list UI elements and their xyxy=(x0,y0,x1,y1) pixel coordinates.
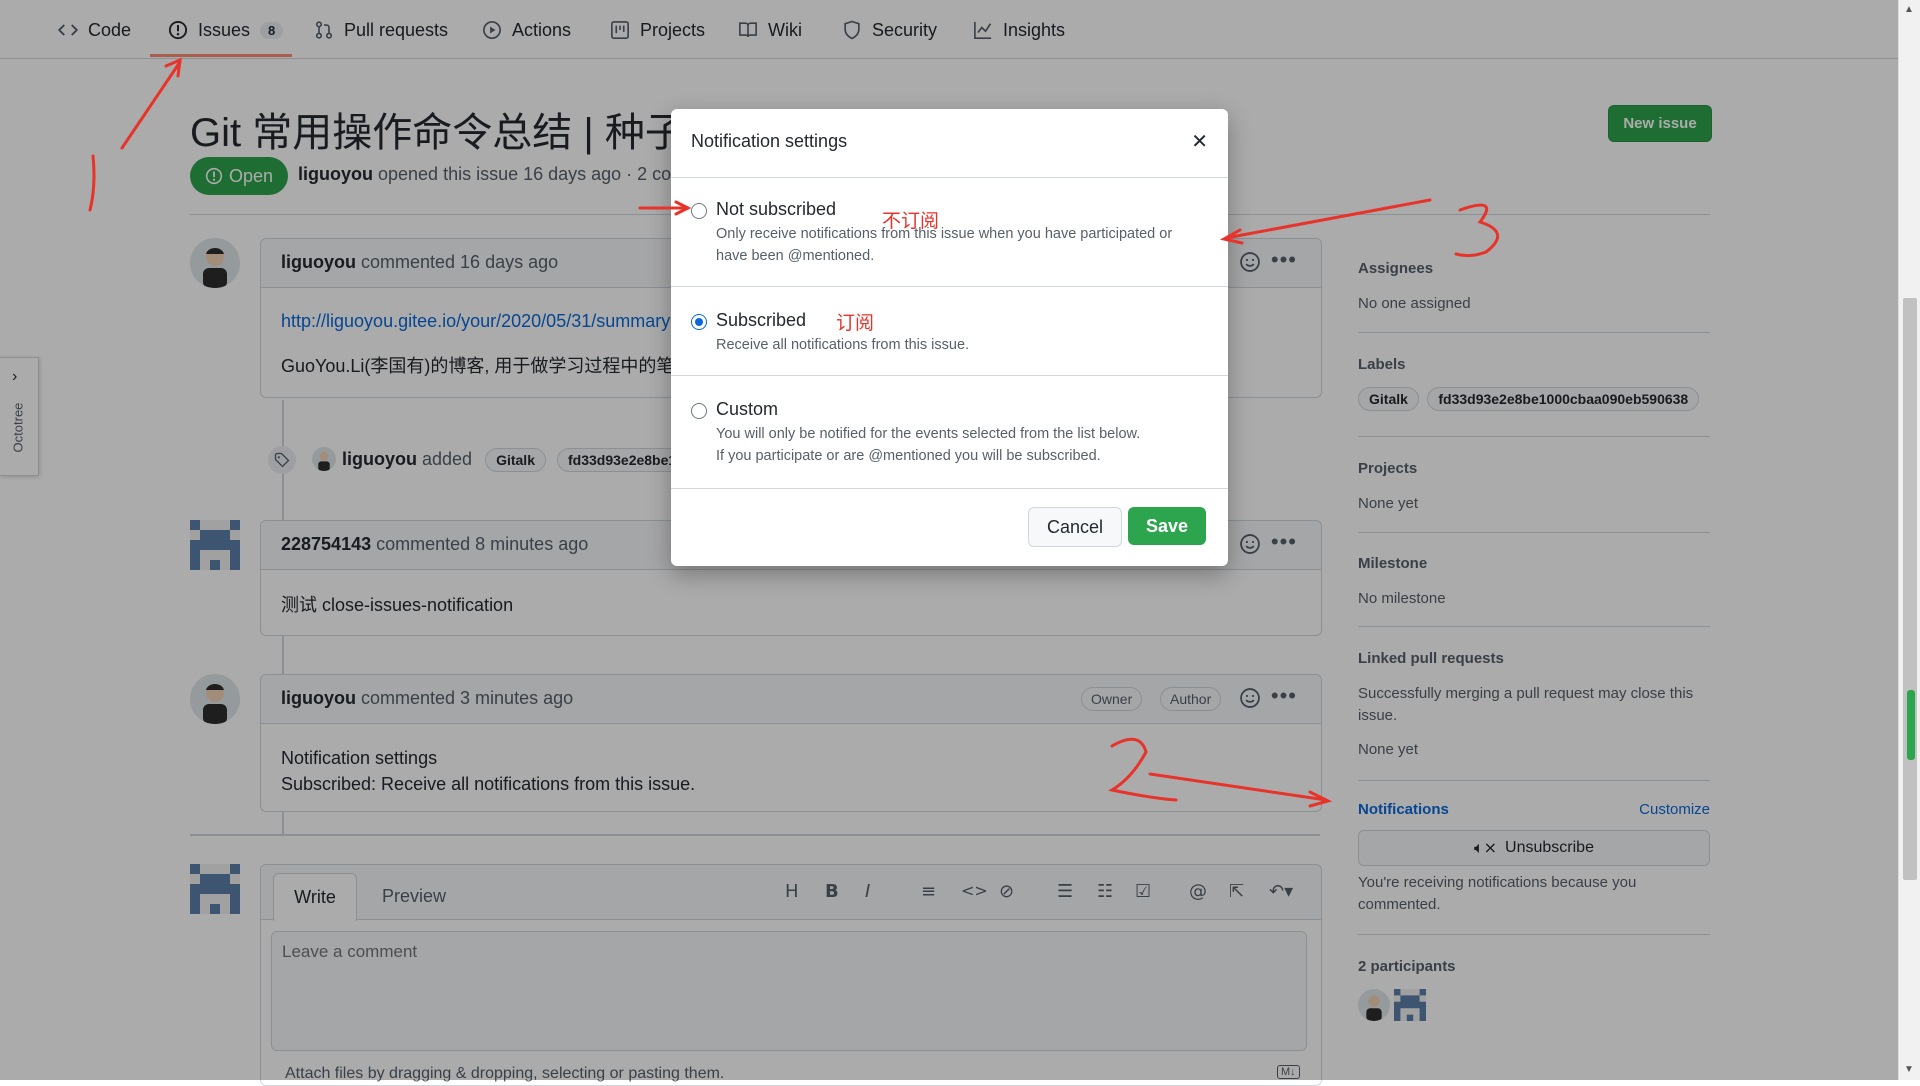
annotation-number-2 xyxy=(1107,737,1178,802)
annotation-arrow-2 xyxy=(1148,772,1328,802)
annotation-not-subscribed-text: 不订阅 xyxy=(882,210,940,232)
scroll-indicator xyxy=(1907,690,1915,760)
scroll-thumb[interactable] xyxy=(1903,298,1917,880)
annotation-marks xyxy=(88,57,1499,808)
annotation-arrow-1 xyxy=(120,60,182,150)
annotation-number-3 xyxy=(1454,203,1499,258)
page-scrollbar[interactable]: ▲ ▼ xyxy=(1898,0,1920,1080)
annotation-arrow-3 xyxy=(1224,198,1432,240)
annotation-subscribed-text: 订阅 xyxy=(836,312,875,334)
scroll-up-icon[interactable]: ▲ xyxy=(1904,4,1914,15)
annotation-number-1 xyxy=(88,154,96,212)
scroll-down-icon[interactable]: ▼ xyxy=(1904,1064,1914,1075)
